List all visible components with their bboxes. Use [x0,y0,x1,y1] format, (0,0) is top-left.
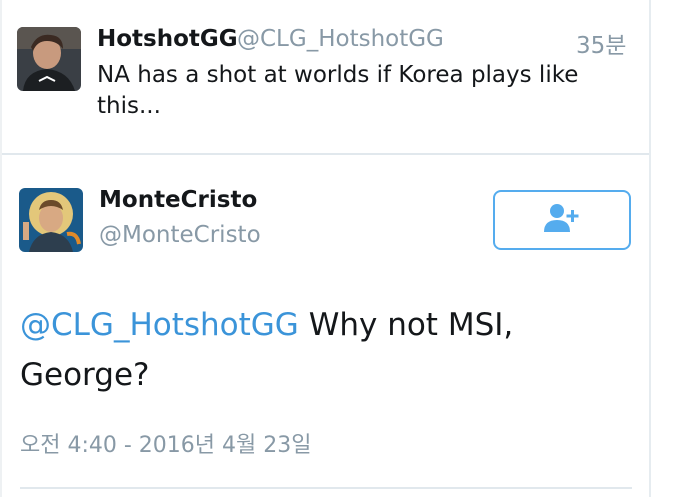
main-tweet-text: @CLG_HotshotGG Why not MSI, George? [20,300,630,400]
parent-tweet-time[interactable]: 35분 [576,26,626,60]
tweet-timestamp[interactable]: 오전 4:40 - 2016년 4월 23일 [20,427,312,459]
main-author-handle[interactable]: @MonteCristo [99,222,261,248]
parent-author-name[interactable]: HotshotGG [97,26,238,52]
tweet-detail-page: HotshotGG @CLG_HotshotGG 35분 NA has a sh… [0,0,687,497]
parent-author-handle[interactable]: @CLG_HotshotGG [237,26,444,52]
mention-link[interactable]: @CLG_HotshotGG [20,307,299,343]
bottom-divider [20,487,632,489]
parent-tweet-text: NA has a shot at worlds if Korea plays l… [97,62,579,119]
add-user-icon [542,202,582,238]
tweet-divider [2,153,649,155]
right-border [649,0,651,497]
follow-button[interactable] [493,190,631,250]
parent-avatar[interactable] [17,27,81,91]
main-avatar[interactable] [19,188,83,252]
main-author-name[interactable]: MonteCristo [99,187,257,213]
